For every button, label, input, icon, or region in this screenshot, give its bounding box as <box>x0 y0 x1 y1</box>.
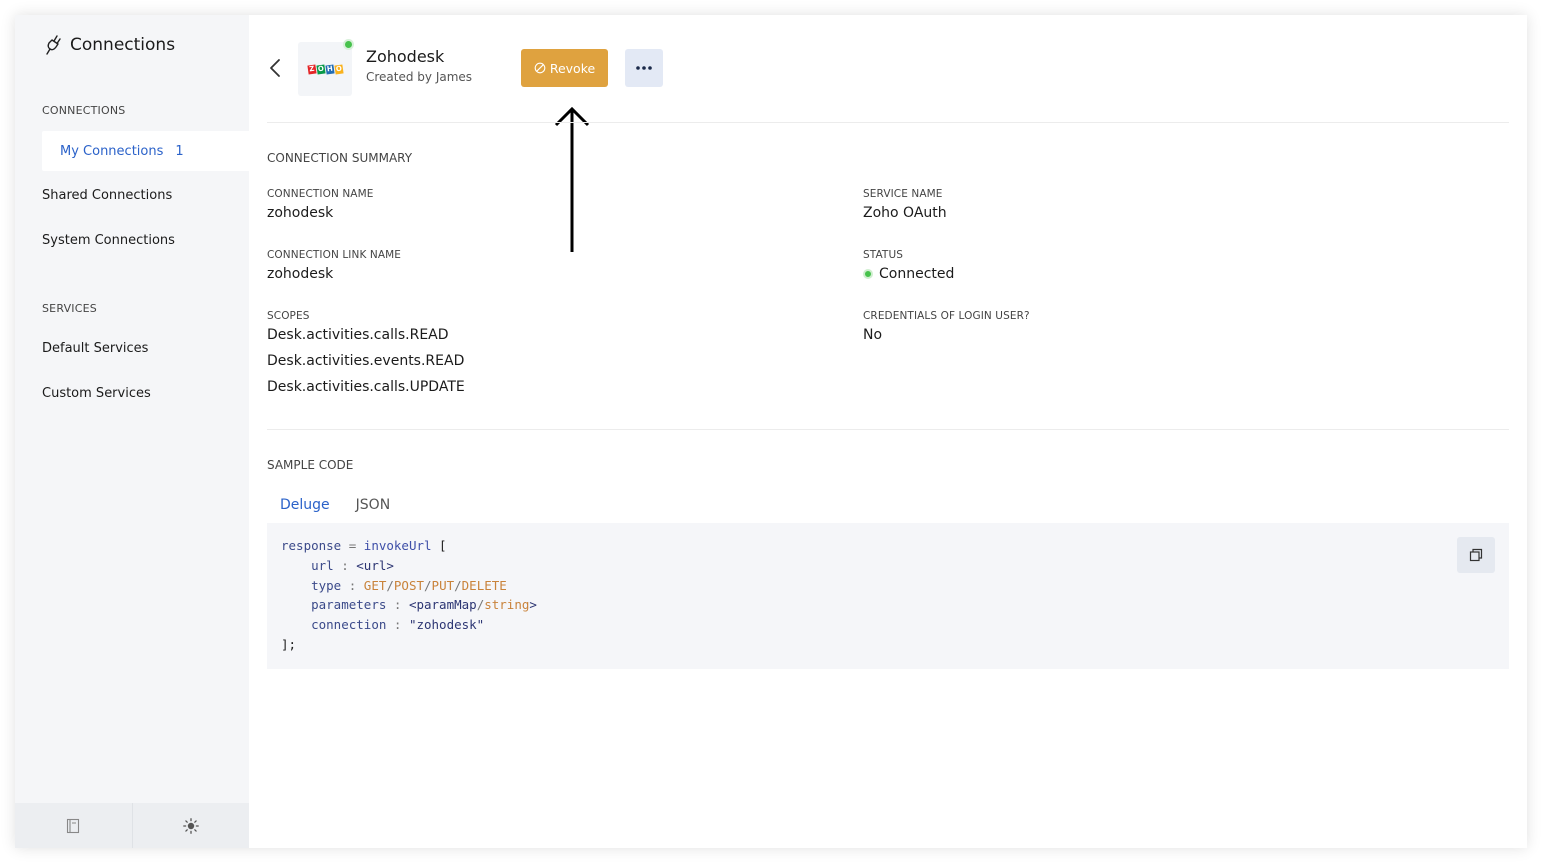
credentials-label: CREDENTIALS OF LOGIN USER? <box>863 310 1030 322</box>
book-icon <box>67 818 80 833</box>
header-divider <box>267 122 1509 123</box>
code-tabs: Deluge JSON <box>267 493 403 525</box>
online-status-dot <box>343 39 354 50</box>
code-block: response = invokeUrl [ url : <url> type … <box>267 523 1509 669</box>
connection-name-value: zohodesk <box>267 205 334 221</box>
connection-summary-title: CONNECTION SUMMARY <box>267 151 413 165</box>
connections-count-badge: 1 <box>175 143 184 159</box>
sidebar-item-default-services[interactable]: Default Services <box>42 341 148 356</box>
scopes-label: SCOPES <box>267 310 310 322</box>
tab-deluge[interactable]: Deluge <box>267 493 343 525</box>
link-name-value: zohodesk <box>267 266 334 282</box>
docs-button[interactable] <box>15 803 132 848</box>
service-logo: Z O H O <box>298 39 354 96</box>
status-label: STATUS <box>863 249 903 261</box>
theme-toggle-button[interactable] <box>131 803 250 848</box>
sidebar-item-label: My Connections <box>60 143 164 159</box>
more-icon <box>636 66 652 70</box>
zoho-logo: Z O H O <box>306 63 344 75</box>
connections-window: Connections CONNECTIONS My Connections 1… <box>15 15 1527 848</box>
connections-section-label: CONNECTIONS <box>42 104 126 117</box>
more-options-button[interactable] <box>625 49 663 87</box>
status-value: Connected <box>863 266 954 282</box>
status-text: Connected <box>879 266 955 282</box>
connection-title: Zohodesk <box>366 47 445 66</box>
services-section-label: SERVICES <box>42 302 97 315</box>
sidebar-item-custom-services[interactable]: Custom Services <box>42 386 151 401</box>
app-title: Connections <box>70 35 176 55</box>
copy-icon <box>1469 548 1483 562</box>
copy-code-button[interactable] <box>1457 537 1495 573</box>
scope-item: Desk.activities.calls.UPDATE <box>267 379 465 395</box>
code-line: connection : "zohodesk" <box>311 617 485 633</box>
scope-item: Desk.activities.calls.READ <box>267 327 449 343</box>
code-line: ]; <box>281 636 297 652</box>
sidebar: Connections CONNECTIONS My Connections 1… <box>15 15 249 848</box>
link-name-label: CONNECTION LINK NAME <box>267 249 401 261</box>
back-arrow-icon[interactable] <box>267 57 283 79</box>
service-name-label: SERVICE NAME <box>863 188 943 200</box>
code-line: response = invokeUrl [ <box>281 538 447 553</box>
revoke-icon <box>534 62 546 74</box>
sidebar-item-system-connections[interactable]: System Connections <box>42 233 175 248</box>
scope-item: Desk.activities.events.READ <box>267 353 465 369</box>
code-line: url : <url> <box>311 557 394 573</box>
sidebar-item-my-connections[interactable]: My Connections 1 <box>42 131 249 171</box>
status-dot <box>863 269 873 279</box>
sun-icon <box>182 817 199 834</box>
created-by-text: Created by James <box>366 70 473 84</box>
tab-json[interactable]: JSON <box>343 493 404 525</box>
revoke-button[interactable]: Revoke <box>521 49 608 87</box>
credentials-value: No <box>863 327 883 343</box>
section-divider <box>267 429 1509 430</box>
brand: Connections <box>44 33 175 57</box>
revoke-label: Revoke <box>549 60 596 76</box>
annotation-arrow-icon <box>554 106 590 252</box>
code-line: parameters : <paramMap/string> <box>311 597 537 613</box>
sidebar-item-shared-connections[interactable]: Shared Connections <box>42 188 172 203</box>
service-name-value: Zoho OAuth <box>863 205 947 221</box>
plug-icon <box>46 35 61 55</box>
sample-code-title: SAMPLE CODE <box>267 458 354 472</box>
main-content: Z O H O Zohodesk Created by James Revoke <box>249 15 1527 848</box>
sidebar-footer <box>15 803 249 848</box>
connection-name-label: CONNECTION NAME <box>267 188 374 200</box>
code-line: type : GET/POST/PUT/DELETE <box>311 577 507 593</box>
